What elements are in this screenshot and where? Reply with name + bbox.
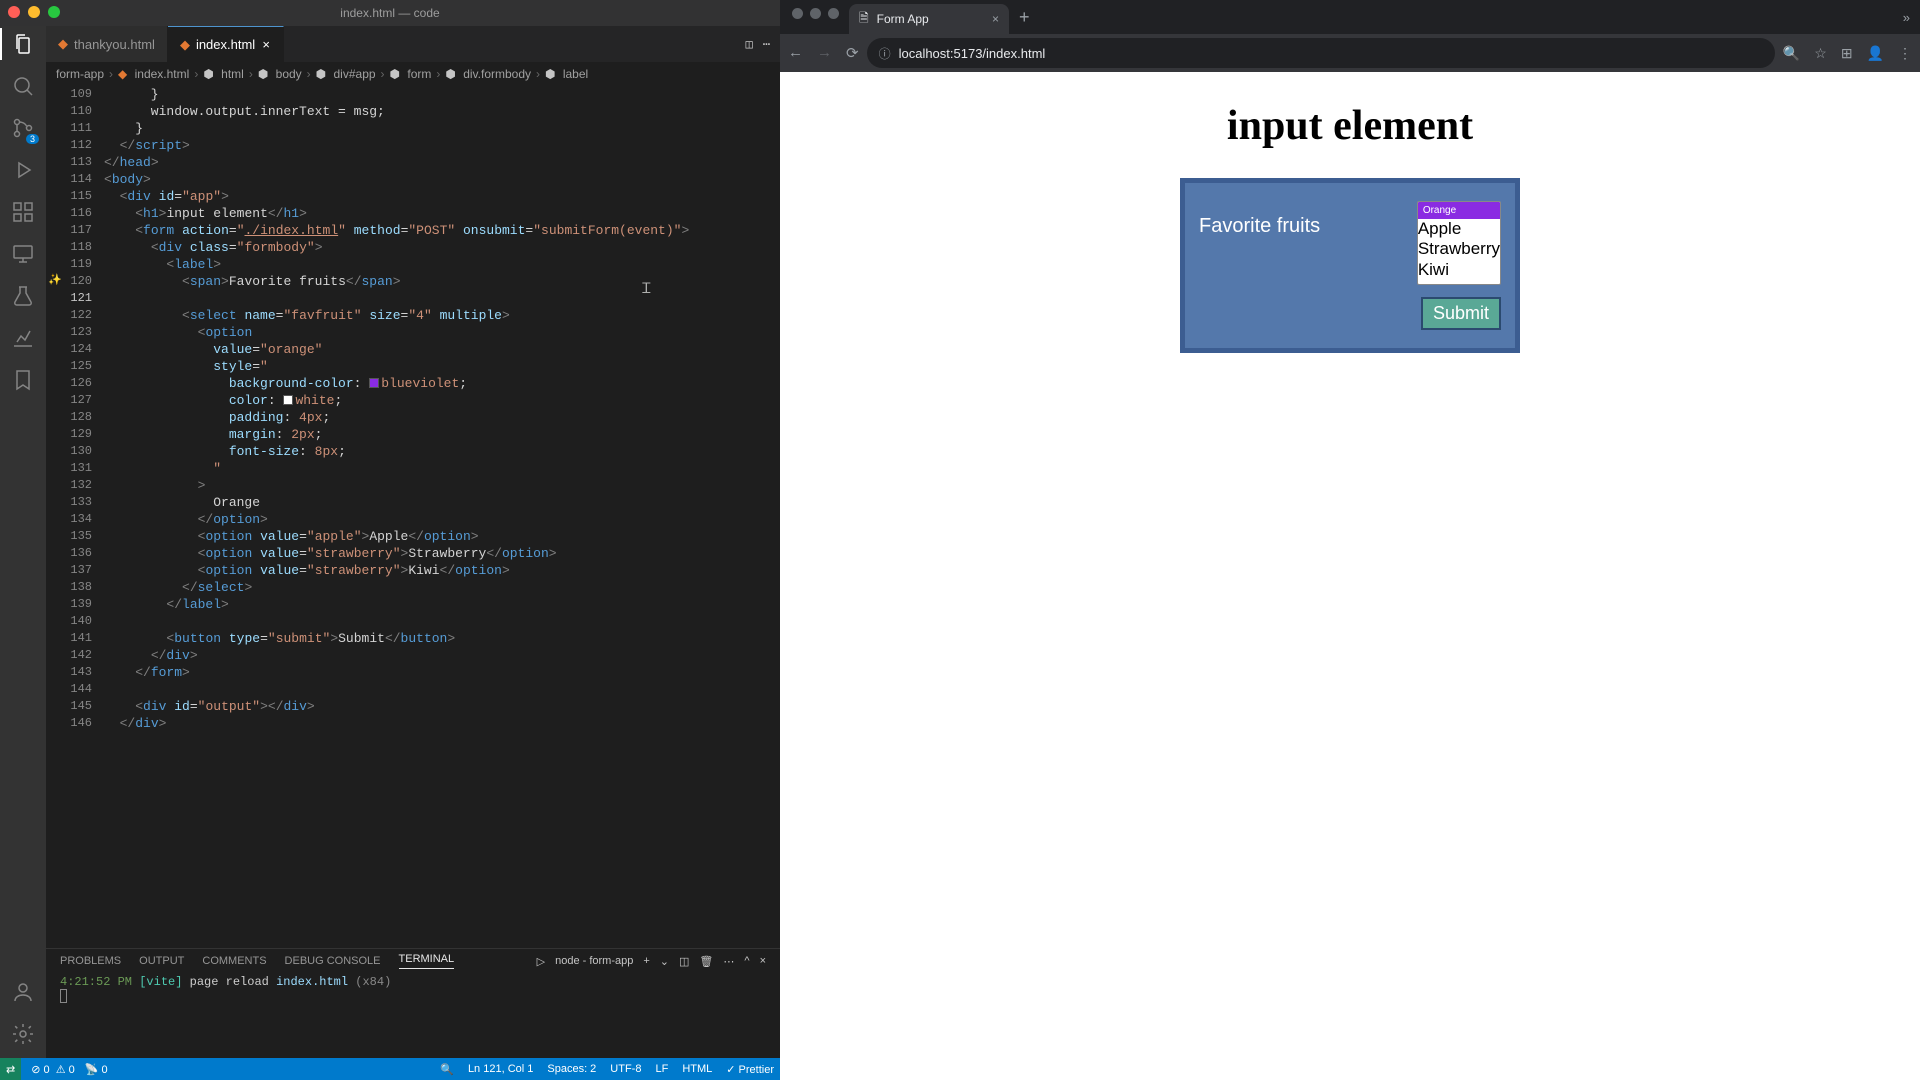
- new-tab-icon[interactable]: +: [1009, 7, 1040, 34]
- graph-icon[interactable]: [11, 326, 35, 350]
- status-search-icon[interactable]: 🔍: [440, 1063, 454, 1076]
- editor-area: ◆ thankyou.html ◆ index.html × ◫ ⋯ form-…: [46, 26, 780, 1058]
- close-tab-icon[interactable]: ×: [992, 12, 999, 26]
- form-body: Favorite fruits Orange Apple Strawberry …: [1180, 178, 1520, 353]
- explorer-icon[interactable]: [11, 32, 35, 56]
- code-editor[interactable]: 109 }110 window.output.innerText = msg;1…: [46, 86, 780, 948]
- remote-explorer-icon[interactable]: [11, 242, 35, 266]
- browser-expand-icon[interactable]: »: [1903, 10, 1920, 25]
- status-ports[interactable]: 📡 0: [85, 1063, 108, 1076]
- account-icon[interactable]: [11, 980, 35, 1004]
- minimize-window-icon[interactable]: [28, 6, 40, 18]
- address-bar[interactable]: ⓘ localhost:5173/index.html: [867, 38, 1775, 68]
- testing-icon[interactable]: [11, 284, 35, 308]
- split-editor-icon[interactable]: ◫: [746, 37, 753, 52]
- tab-label: thankyou.html: [74, 37, 155, 52]
- terminal-task-label[interactable]: node - form-app: [555, 955, 633, 967]
- tab-index[interactable]: ◆ index.html ×: [168, 26, 284, 62]
- forward-icon[interactable]: →: [817, 44, 832, 62]
- breadcrumb[interactable]: form-app› ◆ index.html› ⬢ html› ⬢ body› …: [46, 62, 780, 86]
- browser-toolbar: ← → ⟳ ⓘ localhost:5173/index.html 🔍 ☆ ⊞ …: [780, 34, 1920, 72]
- source-control-icon[interactable]: 3: [11, 116, 35, 140]
- status-spaces[interactable]: Spaces: 2: [547, 1063, 596, 1075]
- panel-tab-debug[interactable]: DEBUG CONSOLE: [285, 955, 381, 967]
- install-app-icon[interactable]: ⊞: [1841, 45, 1853, 62]
- status-lang[interactable]: HTML: [682, 1063, 712, 1075]
- terminal-body[interactable]: 4:21:52 PM [vite] page reload index.html…: [46, 969, 780, 1058]
- favfruit-label[interactable]: Favorite fruits Orange Apple Strawberry …: [1199, 201, 1501, 285]
- option-orange[interactable]: Orange: [1418, 202, 1500, 219]
- close-tab-icon[interactable]: ×: [261, 37, 271, 52]
- back-icon[interactable]: ←: [788, 44, 803, 62]
- tab-thankyou[interactable]: ◆ thankyou.html: [46, 26, 168, 62]
- browser-tab[interactable]: 🗎 Form App ×: [849, 4, 1009, 34]
- status-errors[interactable]: ⊘ 0 ⚠ 0: [31, 1063, 75, 1076]
- activity-bar: 3: [0, 26, 46, 1058]
- maximize-panel-icon[interactable]: ^: [744, 955, 749, 967]
- more-actions-icon[interactable]: ⋯: [763, 37, 770, 52]
- submit-button[interactable]: Submit: [1421, 297, 1501, 330]
- bottom-panel: PROBLEMS OUTPUT COMMENTS DEBUG CONSOLE T…: [46, 948, 780, 1058]
- status-position[interactable]: Ln 121, Col 1: [468, 1063, 533, 1075]
- bookmark-icon[interactable]: [11, 368, 35, 392]
- label-text: Favorite fruits: [1199, 201, 1320, 238]
- vscode-titlebar: index.html — code: [0, 0, 780, 26]
- status-bar: ⇄ ⊘ 0 ⚠ 0 📡 0 🔍 Ln 121, Col 1 Spaces: 2 …: [0, 1058, 780, 1080]
- remote-indicator[interactable]: ⇄: [0, 1058, 21, 1080]
- panel-tab-output[interactable]: OUTPUT: [139, 955, 184, 967]
- bookmark-star-icon[interactable]: ☆: [1814, 45, 1827, 62]
- vscode-window: index.html — code 3 ◆ thankyou.html: [0, 0, 780, 1080]
- search-icon[interactable]: [11, 74, 35, 98]
- text-cursor-icon: Ꮖ: [642, 282, 651, 298]
- option-apple[interactable]: Apple: [1418, 219, 1500, 239]
- panel-tab-problems[interactable]: PROBLEMS: [60, 955, 121, 967]
- browser-window-controls[interactable]: [788, 8, 849, 27]
- new-terminal-icon[interactable]: +: [643, 955, 649, 967]
- settings-gear-icon[interactable]: [11, 1022, 35, 1046]
- terminal-task-icon[interactable]: ▷: [537, 955, 545, 968]
- close-panel-icon[interactable]: ×: [760, 955, 766, 967]
- zoom-window-icon[interactable]: [48, 6, 60, 18]
- window-title: index.html — code: [340, 6, 439, 20]
- split-terminal-icon[interactable]: ◫: [679, 955, 689, 968]
- tab-favicon-icon: 🗎: [859, 9, 869, 30]
- option-kiwi[interactable]: Kiwi: [1418, 260, 1500, 280]
- browser-window: 🗎 Form App × + » ← → ⟳ ⓘ localhost:5173/…: [780, 0, 1920, 1080]
- terminal-dropdown-icon[interactable]: ⌄: [660, 955, 669, 968]
- url-text: localhost:5173/index.html: [899, 46, 1046, 61]
- profile-icon[interactable]: 👤: [1867, 45, 1884, 62]
- reload-icon[interactable]: ⟳: [846, 44, 859, 62]
- browser-tabstrip: 🗎 Form App × + »: [780, 0, 1920, 34]
- kill-terminal-icon[interactable]: 🗑: [699, 955, 713, 968]
- debug-icon[interactable]: [11, 158, 35, 182]
- status-encoding[interactable]: UTF-8: [610, 1063, 641, 1075]
- extensions-icon[interactable]: [11, 200, 35, 224]
- panel-tab-terminal[interactable]: TERMINAL: [399, 953, 455, 969]
- page-heading: input element: [810, 102, 1890, 150]
- close-window-icon[interactable]: [8, 6, 20, 18]
- panel-tab-comments[interactable]: COMMENTS: [202, 955, 266, 967]
- option-strawberry[interactable]: Strawberry: [1418, 239, 1500, 259]
- favfruit-select[interactable]: Orange Apple Strawberry Kiwi: [1417, 201, 1501, 285]
- editor-tabs: ◆ thankyou.html ◆ index.html × ◫ ⋯: [46, 26, 780, 62]
- zoom-icon[interactable]: 🔍: [1783, 45, 1800, 62]
- status-eol[interactable]: LF: [655, 1063, 668, 1075]
- browser-tab-title: Form App: [877, 12, 929, 26]
- more-terminal-icon[interactable]: ⋯: [723, 955, 734, 968]
- status-prettier[interactable]: ✓ Prettier: [726, 1063, 774, 1076]
- menu-icon[interactable]: ⋮: [1898, 45, 1912, 62]
- tab-label: index.html: [196, 37, 255, 52]
- page-viewport[interactable]: input element Favorite fruits Orange App…: [780, 72, 1920, 1080]
- scm-badge: 3: [26, 134, 39, 144]
- site-info-icon[interactable]: ⓘ: [879, 45, 891, 62]
- window-controls[interactable]: [8, 6, 60, 18]
